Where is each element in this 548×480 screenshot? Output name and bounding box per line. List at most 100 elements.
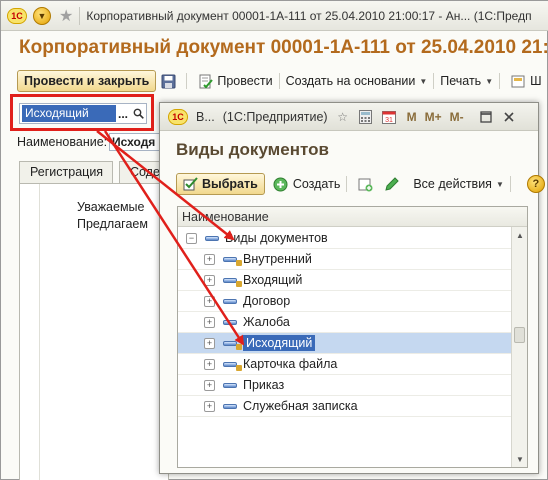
memory-m-button[interactable]: M (407, 110, 417, 124)
svg-text:31: 31 (385, 117, 393, 124)
dialog-title-bar: 1С В... (1С:Предприятие) ☆ 31 M M+ M- (160, 103, 538, 131)
list-item-label: Приказ (243, 378, 285, 392)
expand-icon[interactable]: + (204, 295, 215, 307)
scroll-down-icon[interactable]: ▼ (512, 451, 527, 467)
column-header-name[interactable]: Наименование (178, 207, 527, 227)
name-label: Наименование: (17, 135, 108, 149)
favorite-star-icon[interactable]: ☆ (335, 109, 351, 125)
dialog-window-title: В... (196, 109, 215, 124)
page-title: Корпоративный документ 00001-1А-111 от 2… (19, 37, 548, 58)
toolbar-separator (186, 73, 188, 89)
chevron-down-icon[interactable]: ▼ (496, 180, 504, 189)
body-text-line: Предлагаем (77, 217, 148, 231)
expand-icon[interactable]: + (204, 379, 215, 391)
search-icon[interactable] (130, 108, 146, 119)
list-item-label: Внутренний (243, 252, 312, 266)
list-item[interactable]: + Жалоба (178, 312, 512, 333)
expand-icon[interactable]: + (204, 358, 215, 370)
item-icon (223, 277, 242, 287)
print-button[interactable]: Печать (440, 74, 481, 88)
main-window: 1С ▼ ★ Корпоративный документ 00001-1А-1… (0, 0, 548, 480)
create-button[interactable]: Создать (293, 177, 341, 191)
list-item-label: Карточка файла (243, 357, 338, 371)
scroll-up-icon[interactable]: ▲ (512, 227, 527, 243)
app-logo: 1С (7, 7, 27, 24)
menu-dropdown-icon[interactable]: ▼ (33, 6, 51, 25)
expand-icon[interactable]: + (204, 337, 215, 349)
post-icon[interactable] (197, 73, 213, 89)
tab-content[interactable]: Содер (119, 161, 161, 183)
add-icon[interactable] (273, 176, 289, 192)
vertical-scrollbar[interactable]: ▲ ▼ (511, 227, 527, 467)
title-separator (79, 6, 81, 25)
list-item-label: Исходящий (243, 335, 316, 351)
collapse-icon[interactable]: − (186, 232, 197, 244)
tree-root-label: Виды документов (225, 231, 328, 245)
list-item[interactable]: + Служебная записка (178, 396, 512, 417)
post-button[interactable]: Провести (217, 74, 272, 88)
folder-icon (205, 235, 219, 241)
more-button[interactable]: Ш (530, 74, 541, 88)
maximize-icon[interactable] (478, 109, 494, 125)
dialog-toolbar: Выбрать Создать Все действия ▼ ? (176, 172, 545, 196)
document-kinds-dialog: 1С В... (1С:Предприятие) ☆ 31 M M+ M- Ви… (159, 102, 545, 474)
list-item-label: Входящий (243, 273, 303, 287)
document-kind-value[interactable]: Исходящий (22, 105, 116, 122)
calendar-icon[interactable]: 31 (381, 109, 397, 125)
template-icon[interactable] (510, 73, 526, 89)
tab-registration[interactable]: Регистрация (19, 161, 113, 183)
select-button-label: Выбрать (202, 177, 258, 191)
favorite-star-icon[interactable]: ★ (59, 6, 73, 26)
list-item[interactable]: + Входящий (178, 270, 512, 291)
document-kind-field[interactable]: Исходящий ... (19, 103, 147, 124)
chevron-down-icon[interactable]: ▼ (485, 77, 493, 86)
item-icon (223, 361, 242, 371)
toolbar-separator (433, 73, 435, 89)
editor-gutter (20, 184, 40, 480)
expand-icon[interactable]: + (204, 274, 215, 286)
toolbar-separator (278, 73, 280, 89)
list-item-label: Договор (243, 294, 291, 308)
memory-plus-button[interactable]: M+ (425, 110, 442, 124)
item-icon (223, 256, 242, 266)
dialog-app-title: (1С:Предприятие) (222, 109, 328, 124)
select-button[interactable]: Выбрать (176, 173, 265, 195)
name-field[interactable]: Исходя (109, 133, 161, 151)
dialog-heading: Виды документов (176, 140, 329, 159)
body-text-line: Уважаемые (77, 200, 145, 214)
list-item[interactable]: + Внутренний (178, 249, 512, 270)
document-toolbar: Провести и закрыть Провести Создать на о… (17, 69, 542, 93)
all-actions-button[interactable]: Все действия (413, 177, 492, 191)
close-icon[interactable] (501, 109, 517, 125)
list-item-label: Служебная записка (243, 399, 358, 413)
expand-icon[interactable]: + (204, 253, 215, 265)
save-icon[interactable] (160, 73, 176, 89)
create-based-on-button[interactable]: Создать на основании (286, 74, 416, 88)
select-ellipsis-button[interactable]: ... (116, 107, 130, 121)
calculator-icon[interactable] (358, 109, 374, 125)
create-group-icon[interactable] (357, 176, 373, 192)
list-item[interactable]: + Приказ (178, 375, 512, 396)
document-kinds-list: Наименование − Виды документов + Внутрен… (177, 206, 528, 468)
list-item[interactable]: + Карточка файла (178, 354, 512, 375)
toolbar-separator (346, 176, 348, 192)
list-item-selected[interactable]: + Исходящий (178, 333, 512, 354)
edit-pencil-icon[interactable] (383, 176, 399, 192)
tree-root-row[interactable]: − Виды документов (178, 228, 512, 249)
item-icon (223, 340, 242, 350)
item-icon (223, 382, 237, 388)
window-title: Корпоративный документ 00001-1А-111 от 2… (86, 8, 532, 23)
item-icon (223, 319, 237, 325)
scroll-thumb[interactable] (514, 327, 525, 343)
post-and-close-button[interactable]: Провести и закрыть (17, 70, 157, 92)
app-logo: 1С (168, 108, 188, 125)
chevron-down-icon[interactable]: ▼ (419, 77, 427, 86)
list-item[interactable]: + Договор (178, 291, 512, 312)
memory-minus-button[interactable]: M- (450, 110, 464, 124)
toolbar-separator (509, 176, 511, 192)
expand-icon[interactable]: + (204, 400, 215, 412)
toolbar-separator (499, 73, 501, 89)
help-icon[interactable]: ? (526, 175, 545, 193)
expand-icon[interactable]: + (204, 316, 215, 328)
item-icon (223, 403, 237, 409)
